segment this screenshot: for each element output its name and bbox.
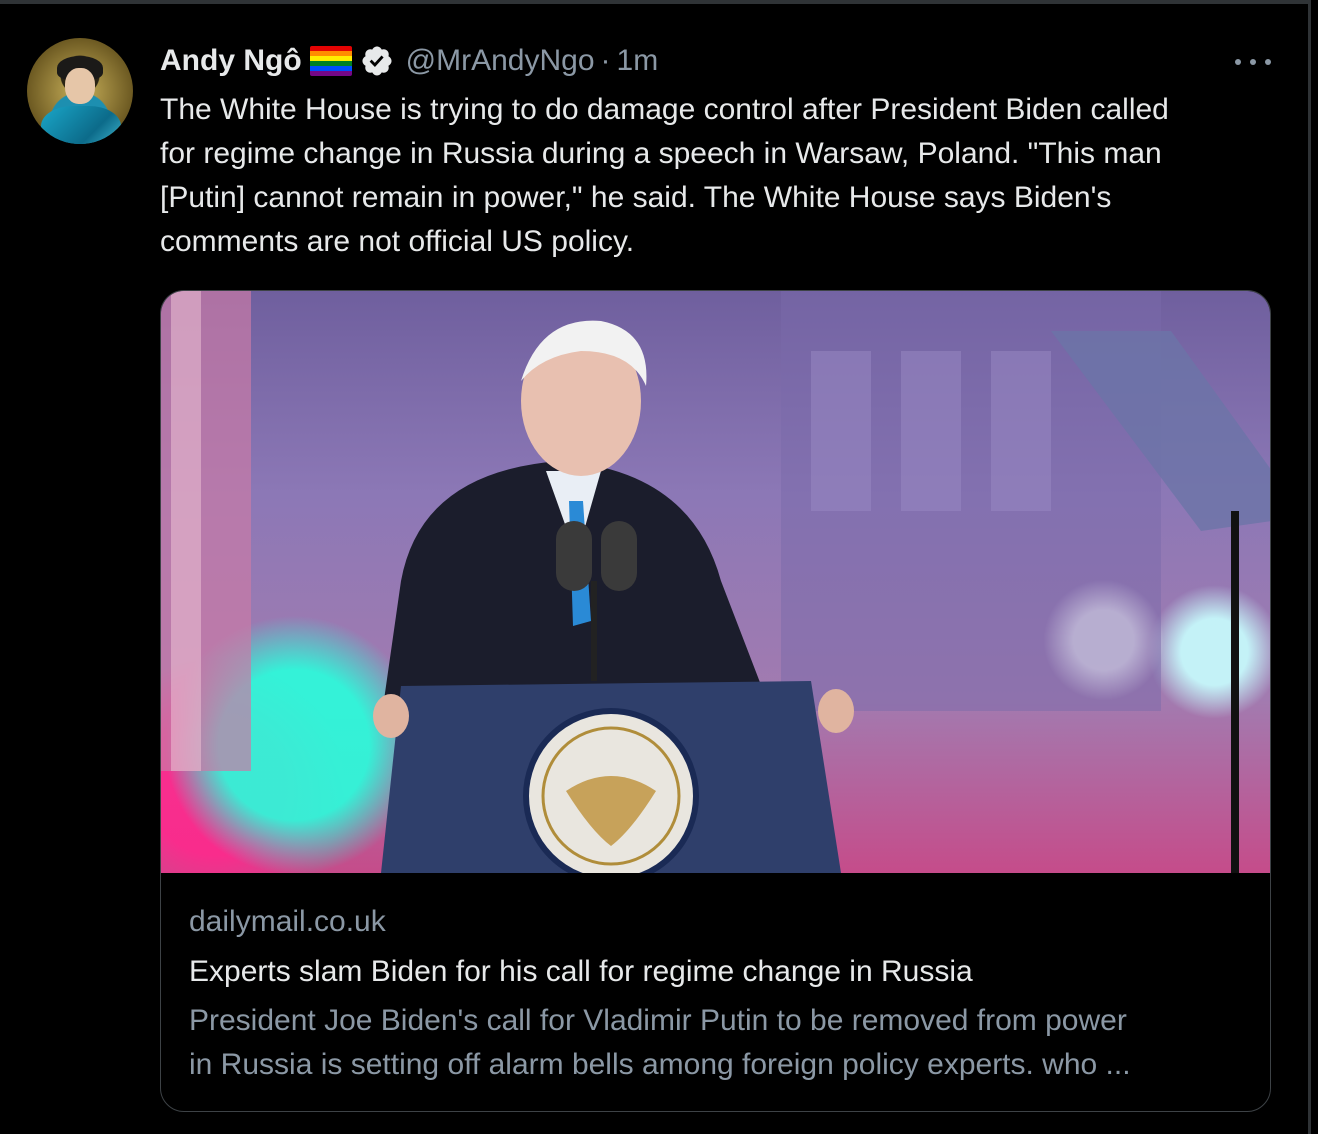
card-description: President Joe Biden's call for Vladimir … [189, 1004, 1131, 1081]
card-title[interactable]: Experts slam Biden for his call for regi… [189, 947, 1249, 997]
more-dot [1250, 59, 1256, 65]
more-options-icon[interactable] [1233, 48, 1273, 76]
avatar[interactable] [27, 38, 133, 144]
window-frame-right [1308, 0, 1311, 1134]
author-handle[interactable]: @MrAndyNgo [406, 44, 595, 78]
more-dot [1265, 59, 1271, 65]
speaker-photo [161, 291, 1270, 873]
avatar-face [65, 68, 95, 104]
card-meta: dailymail.co.uk Experts slam Biden for h… [189, 897, 1249, 1087]
tweet-timestamp[interactable]: 1m [617, 44, 659, 78]
rainbow-flag-icon [309, 46, 352, 76]
author-name[interactable]: Andy Ngô [160, 44, 302, 78]
card-domain: dailymail.co.uk [189, 905, 386, 938]
tweet-header: Andy Ngô @MrAndyNgo · 1m [160, 40, 658, 82]
window-frame-top [0, 0, 1308, 4]
verified-badge-icon [362, 46, 392, 76]
tweet-text: The White House is trying to do damage c… [160, 93, 1169, 258]
link-card[interactable]: dailymail.co.uk Experts slam Biden for h… [160, 290, 1271, 1112]
more-dot [1235, 59, 1241, 65]
avatar-shirt [41, 106, 121, 144]
card-image [161, 291, 1270, 873]
header-separator: · [600, 44, 611, 77]
